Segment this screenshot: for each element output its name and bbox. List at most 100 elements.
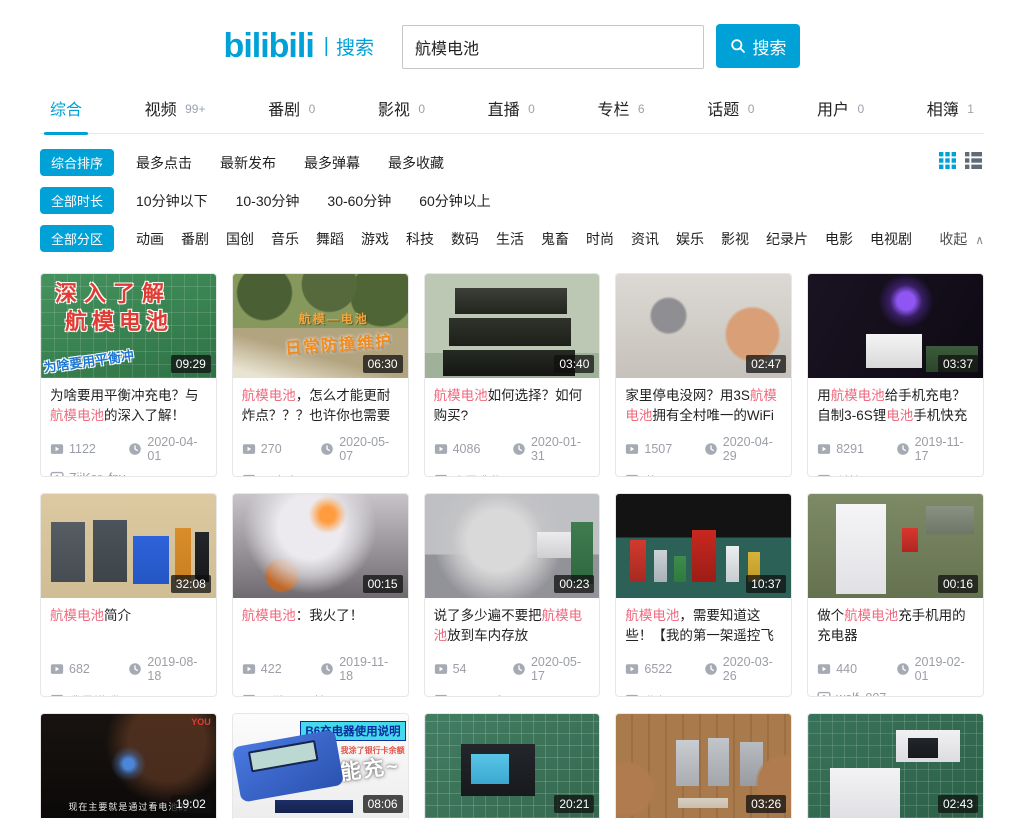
video-card[interactable]: YOU现在主要就是通过看电池的 19:02 bbox=[40, 713, 217, 819]
video-card[interactable]: 为啥要用平衡冲航模电池深入了解 09:29 为啥要用平衡冲充电？与航模电池的深入… bbox=[40, 273, 217, 477]
video-card[interactable]: 日常防撞维护航模—电池 06:30 航模电池，怎么才能更耐炸点？？？也许你也需要… bbox=[232, 273, 409, 477]
video-thumbnail[interactable]: 00:15 bbox=[233, 494, 408, 598]
video-thumbnail[interactable]: 32:08 bbox=[41, 494, 216, 598]
uploader[interactable]: 魔界造物 bbox=[434, 471, 591, 477]
play-count-icon bbox=[434, 662, 448, 676]
video-title[interactable]: 用航模电池给手机充电？自制3-6S锂电池手机快充器 bbox=[817, 386, 974, 426]
video-thumbnail[interactable]: 03:37 bbox=[808, 274, 983, 378]
uploader[interactable]: 蔡子CaiZi bbox=[625, 471, 782, 477]
result-tab[interactable]: 用户 0 bbox=[817, 96, 864, 120]
uploader[interactable]: 科技DOT bbox=[817, 471, 974, 477]
uploader-icon bbox=[242, 694, 256, 698]
grid-view-icon[interactable] bbox=[939, 152, 956, 169]
filter-option[interactable]: 数码 bbox=[451, 229, 479, 249]
video-thumbnail[interactable]: 00:16 bbox=[808, 494, 983, 598]
uploader-name: 天狼FPV-柚子BakerFPV bbox=[261, 691, 396, 697]
filter-option[interactable]: 时尚 bbox=[586, 229, 614, 249]
video-thumbnail[interactable]: 02:43 bbox=[808, 714, 983, 818]
result-tab[interactable]: 视频 99+ bbox=[145, 96, 206, 120]
video-card[interactable]: 00:23 说了多少遍不要把航模电池放到车内存放 54 2020-0 bbox=[424, 493, 601, 697]
filter-option[interactable]: 10分钟以下 bbox=[136, 191, 208, 211]
collapse-button[interactable]: 收起 ∧ bbox=[939, 229, 984, 249]
video-card[interactable]: 03:37 用航模电池给手机充电？自制3-6S锂电池手机快充器 8291 bbox=[807, 273, 984, 477]
video-card[interactable]: 00:15 航模电池：我火了！ 422 2019-11-18 bbox=[232, 493, 409, 697]
filter-chip[interactable]: 全部分区 bbox=[40, 225, 114, 252]
search-button[interactable]: 搜索 bbox=[716, 24, 800, 68]
uploader[interactable]: 天狼FPV-柚子BakerFPV bbox=[242, 691, 399, 697]
video-thumbnail[interactable]: 为啥要用平衡冲航模电池深入了解 09:29 bbox=[41, 274, 216, 378]
video-title[interactable]: 说了多少遍不要把航模电池放到车内存放 bbox=[434, 606, 591, 646]
video-title[interactable]: 为啥要用平衡冲充电？与航模电池的深入了解！ bbox=[50, 386, 207, 426]
video-title[interactable]: 航模电池，需要知道这些！【我的第一架遥控飞机】第 bbox=[625, 606, 782, 646]
bilibili-logo[interactable]: bilibili | 搜索 bbox=[224, 27, 374, 66]
list-view-icon[interactable] bbox=[965, 152, 982, 169]
uploader[interactable]: wolf_007 bbox=[817, 691, 974, 697]
uploader[interactable]: 一只飞手 bbox=[434, 691, 591, 697]
filter-option[interactable]: 10-30分钟 bbox=[236, 191, 300, 211]
filter-option[interactable]: 60分钟以上 bbox=[419, 191, 491, 211]
video-card[interactable]: 03:40 航模电池如何选择？如何购买? 4086 2020-01- bbox=[424, 273, 601, 477]
filter-chip[interactable]: 全部时长 bbox=[40, 187, 114, 214]
filter-option[interactable]: 电视剧 bbox=[870, 229, 912, 249]
video-thumbnail[interactable]: 20:21 bbox=[425, 714, 600, 818]
video-card[interactable]: 啥都能充~不好意思，我涂了银行卡余额B6充电器使用说明 08:06 bbox=[232, 713, 409, 819]
result-tab[interactable]: 番剧 0 bbox=[268, 96, 315, 120]
filter-option[interactable]: 鬼畜 bbox=[541, 229, 569, 249]
video-thumbnail[interactable]: YOU现在主要就是通过看电池的 19:02 bbox=[41, 714, 216, 818]
uploader[interactable]: 北郊强哥 bbox=[625, 691, 782, 697]
video-title[interactable]: 家里停电没网？用3S航模电池拥有全村唯一的WiFi bbox=[625, 386, 782, 426]
video-thumbnail[interactable]: 03:26 bbox=[616, 714, 791, 818]
uploader[interactable]: 甲壳虫FPV bbox=[242, 471, 399, 477]
view-count: 682 bbox=[50, 662, 128, 676]
filter-option[interactable]: 纪录片 bbox=[766, 229, 808, 249]
filter-option[interactable]: 番剧 bbox=[181, 229, 209, 249]
video-card[interactable]: 32:08 航模电池简介 682 2019-08-18 bbox=[40, 493, 217, 697]
filter-option[interactable]: 资讯 bbox=[631, 229, 659, 249]
filter-option[interactable]: 30-60分钟 bbox=[327, 191, 391, 211]
video-thumbnail[interactable]: 啥都能充~不好意思，我涂了银行卡余额B6充电器使用说明 08:06 bbox=[233, 714, 408, 818]
video-title[interactable]: 航模电池：我火了！ bbox=[242, 606, 399, 646]
filter-option[interactable]: 生活 bbox=[496, 229, 524, 249]
filter-option[interactable]: 电影 bbox=[825, 229, 853, 249]
video-thumbnail[interactable]: 03:40 bbox=[425, 274, 600, 378]
result-tab[interactable]: 直播 0 bbox=[488, 96, 535, 120]
result-tab[interactable]: 专栏 6 bbox=[597, 96, 644, 120]
upload-date-value: 2019-11-18 bbox=[339, 655, 398, 683]
search-input[interactable] bbox=[402, 25, 704, 69]
filter-option[interactable]: 影视 bbox=[721, 229, 749, 249]
filter-option[interactable]: 最多收藏 bbox=[388, 153, 444, 173]
uploader[interactable]: ZiiKor_fpv bbox=[50, 471, 207, 477]
video-thumbnail[interactable]: 02:47 bbox=[616, 274, 791, 378]
filter-option[interactable]: 最新发布 bbox=[220, 153, 276, 173]
filter-option[interactable]: 动画 bbox=[136, 229, 164, 249]
filter-chip[interactable]: 综合排序 bbox=[40, 149, 114, 176]
video-card[interactable]: 10:37 航模电池，需要知道这些！【我的第一架遥控飞机】第 6522 bbox=[615, 493, 792, 697]
filter-option[interactable]: 娱乐 bbox=[676, 229, 704, 249]
video-card[interactable]: 03:26 bbox=[615, 713, 792, 819]
uploader[interactable]: 我是洪磷 bbox=[50, 691, 207, 697]
video-card[interactable]: 00:16 做个航模电池充手机用的 充电器 440 2019-02- bbox=[807, 493, 984, 697]
result-tab[interactable]: 相簿 1 bbox=[927, 96, 974, 120]
filter-option[interactable]: 最多弹幕 bbox=[304, 153, 360, 173]
filter-option[interactable]: 最多点击 bbox=[136, 153, 192, 173]
filter-option[interactable]: 舞蹈 bbox=[316, 229, 344, 249]
filter-option[interactable]: 国创 bbox=[226, 229, 254, 249]
video-title[interactable]: 做个航模电池充手机用的 充电器 bbox=[817, 606, 974, 646]
view-count: 270 bbox=[242, 442, 320, 456]
video-thumbnail[interactable]: 00:23 bbox=[425, 494, 600, 598]
video-title[interactable]: 航模电池简介 bbox=[50, 606, 207, 646]
filter-option[interactable]: 音乐 bbox=[271, 229, 299, 249]
result-tab[interactable]: 综合 bbox=[50, 96, 82, 120]
video-title[interactable]: 航模电池如何选择？如何购买? bbox=[434, 386, 591, 426]
video-title[interactable]: 航模电池，怎么才能更耐炸点？？？也许你也需要这样 bbox=[242, 386, 399, 426]
video-card[interactable]: 02:47 家里停电没网？用3S航模电池拥有全村唯一的WiFi 1507 bbox=[615, 273, 792, 477]
result-tab[interactable]: 话题 0 bbox=[707, 96, 754, 120]
video-thumbnail[interactable]: 日常防撞维护航模—电池 06:30 bbox=[233, 274, 408, 378]
video-thumbnail[interactable]: 10:37 bbox=[616, 494, 791, 598]
video-card[interactable]: 20:21 bbox=[424, 713, 601, 819]
video-card[interactable]: 02:43 bbox=[807, 713, 984, 819]
uploader-icon bbox=[434, 694, 448, 698]
result-tab[interactable]: 影视 0 bbox=[378, 96, 425, 120]
filter-option[interactable]: 游戏 bbox=[361, 229, 389, 249]
filter-option[interactable]: 科技 bbox=[406, 229, 434, 249]
